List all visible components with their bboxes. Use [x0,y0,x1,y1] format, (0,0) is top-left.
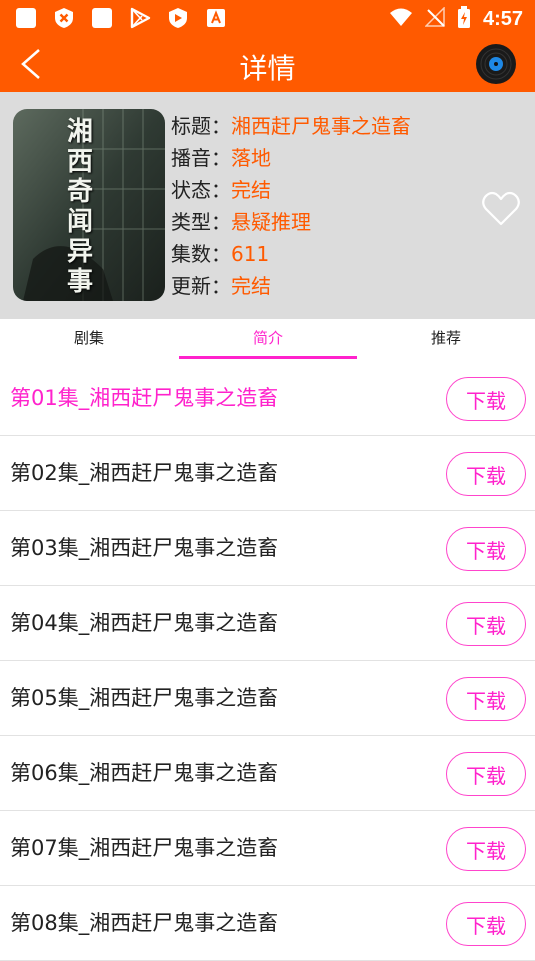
book-cover: 湘西奇闻异事 [13,109,165,301]
meta-episodes-row: 集数：611 [171,238,411,270]
meta-value: 完结 [231,178,271,202]
wifi-icon [389,7,413,31]
meta-label: 播音： [171,146,231,170]
translate-icon [204,6,228,30]
system-icons: 4:57 [389,6,523,32]
shield-play-icon [166,6,190,30]
list-item[interactable]: 第08集_湘西赶尸鬼事之造畜 下载 [0,886,535,961]
app-square-icon [14,6,38,30]
episode-title: 第07集_湘西赶尸鬼事之造畜 [10,836,279,860]
list-item[interactable]: 第03集_湘西赶尸鬼事之造畜 下载 [0,511,535,586]
episode-title: 第04集_湘西赶尸鬼事之造畜 [10,611,279,635]
notification-icons [14,6,228,30]
meta-genre-row: 类型：悬疑推理 [171,206,411,238]
meta-status-row: 状态：完结 [171,174,411,206]
meta-value: 完结 [231,274,271,298]
list-item[interactable]: 第06集_湘西赶尸鬼事之造畜 下载 [0,736,535,811]
heart-outline-icon [482,191,520,226]
player-disc-button[interactable] [475,43,517,85]
book-meta: 标题：湘西赶尸鬼事之造畜 播音：落地 状态：完结 类型：悬疑推理 集数：611 … [171,110,411,302]
download-button[interactable]: 下载 [446,377,526,421]
tab-indicator [179,356,357,359]
episode-list: 第01集_湘西赶尸鬼事之造畜 下载 第02集_湘西赶尸鬼事之造畜 下载 第03集… [0,361,535,961]
book-cover-title: 湘西奇闻异事 [67,117,94,297]
tab-intro[interactable]: 简介 [253,327,283,348]
meta-label: 类型： [171,210,231,234]
app-square-icon-2 [90,6,114,30]
tab-episodes[interactable]: 剧集 [74,327,104,348]
meta-value: 悬疑推理 [231,210,311,234]
meta-label: 更新： [171,274,231,298]
meta-value: 落地 [231,146,271,170]
list-item[interactable]: 第04集_湘西赶尸鬼事之造畜 下载 [0,586,535,661]
episode-title: 第03集_湘西赶尸鬼事之造畜 [10,536,279,560]
shield-x-icon [52,6,76,30]
app-bar: 详情 [0,36,535,92]
meta-narrator-row: 播音：落地 [171,142,411,174]
meta-title-row: 标题：湘西赶尸鬼事之造畜 [171,110,411,142]
list-item[interactable]: 第05集_湘西赶尸鬼事之造畜 下载 [0,661,535,736]
episode-title: 第01集_湘西赶尸鬼事之造畜 [10,386,279,410]
download-button[interactable]: 下载 [446,752,526,796]
status-time: 4:57 [482,7,523,30]
download-button[interactable]: 下载 [446,827,526,871]
download-button[interactable]: 下载 [446,527,526,571]
meta-value: 611 [231,242,270,266]
meta-label: 状态： [171,178,231,202]
battery-icon [457,6,471,32]
signal-icon [424,6,445,31]
download-button[interactable]: 下载 [446,902,526,946]
download-button[interactable]: 下载 [446,677,526,721]
tab-recommend[interactable]: 推荐 [431,327,461,348]
episode-title: 第05集_湘西赶尸鬼事之造畜 [10,686,279,710]
play-store-icon [128,6,152,30]
download-button[interactable]: 下载 [446,602,526,646]
meta-label: 标题： [171,114,231,138]
download-button[interactable]: 下载 [446,452,526,496]
favorite-button[interactable] [481,190,521,228]
book-info-panel: 湘西奇闻异事 标题：湘西赶尸鬼事之造畜 播音：落地 状态：完结 类型：悬疑推理 … [0,92,535,319]
tab-bar: 剧集 简介 推荐 [0,319,535,361]
meta-label: 集数： [171,242,231,266]
episode-title: 第02集_湘西赶尸鬼事之造畜 [10,461,279,485]
episode-title: 第06集_湘西赶尸鬼事之造畜 [10,761,279,785]
status-bar: 4:57 [0,0,535,36]
list-item[interactable]: 第02集_湘西赶尸鬼事之造畜 下载 [0,436,535,511]
episode-title: 第08集_湘西赶尸鬼事之造畜 [10,911,279,935]
list-item[interactable]: 第07集_湘西赶尸鬼事之造畜 下载 [0,811,535,886]
page-title: 详情 [239,52,296,85]
vinyl-disc-icon [476,44,516,84]
list-item[interactable]: 第01集_湘西赶尸鬼事之造畜 下载 [0,361,535,436]
meta-value: 湘西赶尸鬼事之造畜 [231,114,411,138]
meta-update-row: 更新：完结 [171,270,411,302]
